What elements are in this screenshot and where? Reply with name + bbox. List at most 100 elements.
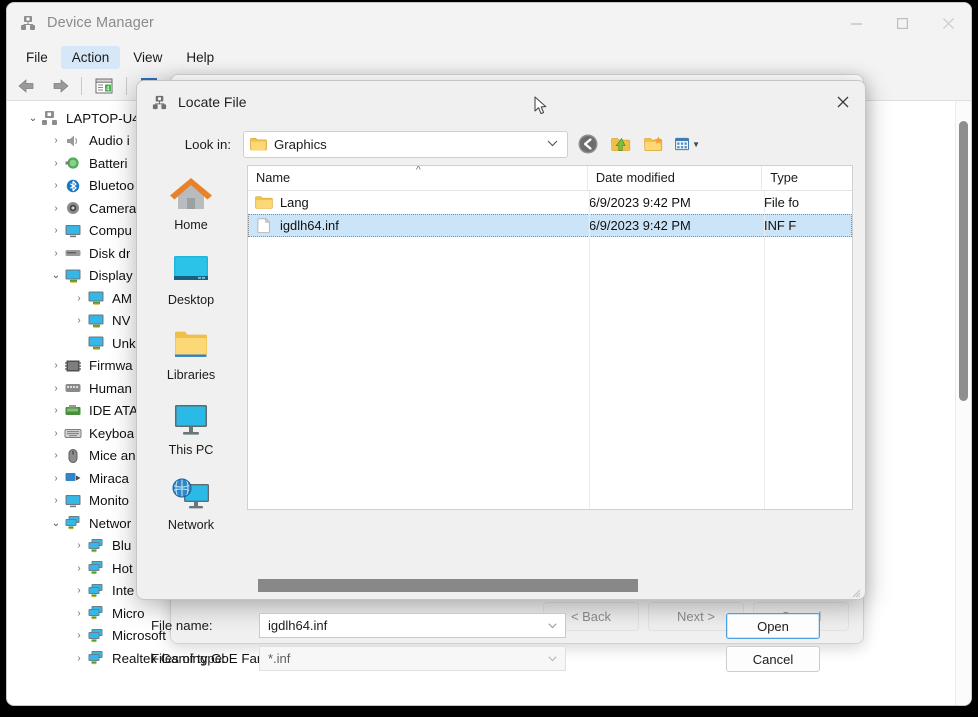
chevron-down-icon[interactable]: ⌄	[48, 270, 64, 281]
place-network[interactable]: Network	[153, 473, 229, 547]
cancel-button[interactable]: Cancel	[726, 646, 820, 672]
minimize-icon[interactable]	[833, 3, 879, 43]
file-list[interactable]: Name Date modified Type ^ Lang 6/9/2023 …	[247, 165, 853, 510]
chevron-right-icon[interactable]: ›	[71, 585, 87, 596]
chevron-right-icon[interactable]: ›	[71, 293, 87, 304]
chevron-right-icon[interactable]: ›	[48, 495, 64, 506]
files-of-type-select[interactable]: *.inf	[259, 646, 566, 671]
chevron-right-icon[interactable]: ›	[71, 315, 87, 326]
device-tree-item-label: Audio i	[89, 133, 130, 149]
file-list-horizontal-scrollbar[interactable]	[233, 577, 853, 594]
file-name-label: File name:	[151, 618, 213, 633]
up-one-level-icon[interactable]	[608, 131, 634, 157]
chevron-down-icon[interactable]	[547, 139, 558, 150]
screen: Device Manager File Action View Help 4 ⌄…	[0, 0, 978, 717]
close-icon[interactable]	[821, 81, 865, 123]
look-in-combobox[interactable]: Graphics	[243, 130, 568, 158]
computer-icon	[41, 110, 59, 126]
toolbar-separator	[126, 76, 127, 95]
bluetooth-icon	[64, 178, 82, 194]
chevron-right-icon[interactable]: ›	[48, 428, 64, 439]
place-label: Libraries	[166, 368, 216, 382]
file-row[interactable]: Lang 6/9/2023 9:42 PM File fo	[248, 191, 852, 214]
files-of-type-label: Files of type:	[151, 651, 226, 666]
place-home[interactable]: Home	[153, 173, 229, 247]
place-desktop[interactable]: Desktop	[153, 248, 229, 322]
monitor-icon	[64, 223, 82, 239]
menu-help[interactable]: Help	[175, 46, 225, 69]
chevron-right-icon[interactable]: ›	[48, 158, 64, 169]
look-in-label: Look in:	[184, 136, 231, 152]
device-tree-item-label: Human	[89, 380, 132, 396]
views-icon[interactable]: ▼	[674, 131, 700, 157]
chevron-right-icon[interactable]: ›	[71, 630, 87, 641]
file-name-cell: igdlh64.inf	[248, 217, 589, 233]
place-libraries[interactable]: Libraries	[153, 323, 229, 397]
file-name-input[interactable]: igdlh64.inf	[259, 613, 566, 638]
column-header-date[interactable]: Date modified	[588, 166, 763, 191]
chevron-right-icon[interactable]: ›	[48, 248, 64, 259]
home-icon	[168, 173, 214, 217]
disk-icon	[64, 245, 82, 261]
maximize-icon[interactable]	[879, 3, 925, 43]
chevron-right-icon[interactable]: ›	[48, 473, 64, 484]
chevron-down-icon[interactable]: ⌄	[25, 113, 41, 124]
chevron-down-icon[interactable]	[548, 621, 557, 631]
chevron-right-icon[interactable]: ›	[48, 450, 64, 461]
window-caption-buttons	[833, 3, 971, 43]
file-date-cell: 6/9/2023 9:42 PM	[589, 195, 691, 210]
chevron-right-icon[interactable]: ›	[48, 225, 64, 236]
chevron-right-icon[interactable]: ›	[48, 360, 64, 371]
close-icon[interactable]	[925, 3, 971, 43]
device-tree-item-label: Mice an	[89, 448, 136, 464]
resize-grip-icon[interactable]	[850, 585, 861, 598]
open-button[interactable]: Open	[726, 613, 820, 639]
device-manager-menubar: File Action View Help	[7, 43, 971, 71]
file-date-cell: 6/9/2023 9:42 PM	[589, 218, 691, 233]
dialog-titlebar: Locate File	[137, 81, 865, 123]
chevron-right-icon[interactable]: ›	[48, 383, 64, 394]
back-nav-icon[interactable]	[575, 131, 601, 157]
properties-icon[interactable]: 4	[91, 75, 117, 97]
keyboard-icon	[64, 425, 82, 441]
menu-view[interactable]: View	[122, 46, 173, 69]
place-label: This PC	[168, 443, 214, 457]
chevron-right-icon[interactable]: ›	[48, 180, 64, 191]
chevron-right-icon[interactable]: ›	[48, 135, 64, 146]
device-tree-item-label: Bluetoo	[89, 178, 135, 194]
device-tree-item-label: Disk dr	[89, 245, 131, 261]
new-folder-icon[interactable]	[641, 131, 667, 157]
chevron-right-icon[interactable]: ›	[71, 608, 87, 619]
device-tree-scrollbar[interactable]	[955, 101, 971, 705]
forward-icon[interactable]	[46, 75, 72, 97]
monitor-icon	[64, 493, 82, 509]
chevron-down-icon[interactable]: ⌄	[48, 518, 64, 529]
chevron-right-icon[interactable]: ›	[71, 563, 87, 574]
look-in-value: Graphics	[274, 136, 327, 152]
display-adapter-icon	[64, 268, 82, 284]
desktop-icon	[168, 248, 214, 292]
menu-file[interactable]: File	[15, 46, 59, 69]
device-tree-item-label: Monito	[89, 493, 129, 509]
menu-action[interactable]: Action	[60, 45, 121, 69]
back-icon[interactable]	[15, 75, 41, 97]
place-this-pc[interactable]: This PC	[153, 398, 229, 472]
speaker-icon	[64, 133, 82, 149]
scrollbar-thumb[interactable]	[959, 121, 968, 401]
chevron-right-icon[interactable]: ›	[48, 405, 64, 416]
device-manager-icon	[19, 14, 37, 32]
column-header-type[interactable]: Type	[762, 166, 852, 191]
device-tree-item-label: Keyboa	[89, 425, 135, 441]
device-tree-item-label: NV	[112, 313, 131, 329]
file-row[interactable]: igdlh64.inf 6/9/2023 9:42 PM INF F	[248, 214, 852, 237]
chevron-right-icon[interactable]: ›	[71, 653, 87, 664]
chevron-down-icon[interactable]: ▼	[692, 140, 700, 149]
chevron-right-icon[interactable]: ›	[48, 203, 64, 214]
scrollbar-thumb[interactable]	[258, 579, 638, 592]
chevron-right-icon[interactable]: ›	[71, 540, 87, 551]
device-tree-item-label: Compu	[89, 223, 132, 239]
device-tree-item-label: Unk	[112, 335, 136, 351]
chevron-down-icon[interactable]	[548, 654, 557, 664]
device-tree-item-label: Miraca	[89, 470, 129, 486]
device-tree-item-label: Batteri	[89, 155, 128, 171]
